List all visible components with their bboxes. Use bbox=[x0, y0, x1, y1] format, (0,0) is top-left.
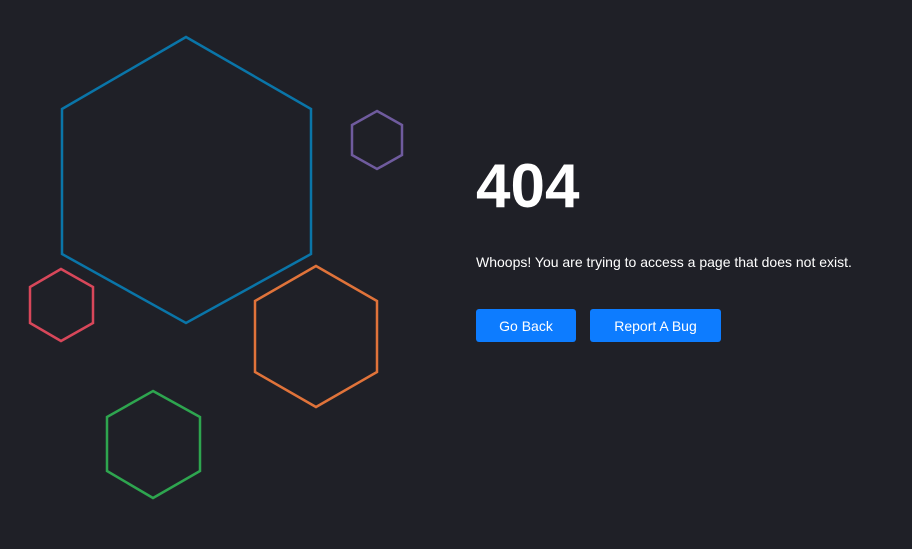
small-purple-hexagon bbox=[350, 109, 404, 171]
green-hexagon bbox=[105, 389, 202, 500]
error-code: 404 bbox=[476, 152, 580, 221]
orange-hexagon bbox=[253, 264, 379, 409]
red-hexagon bbox=[28, 267, 95, 343]
error-message: Whoops! You are trying to access a page … bbox=[476, 254, 852, 270]
report-bug-button[interactable]: Report A Bug bbox=[590, 309, 721, 342]
go-back-button[interactable]: Go Back bbox=[476, 309, 576, 342]
action-buttons: Go Back Report A Bug bbox=[476, 309, 896, 342]
error-page: 404 Whoops! You are trying to access a p… bbox=[0, 0, 912, 549]
error-content: 404 Whoops! You are trying to access a p… bbox=[476, 150, 896, 342]
large-blue-hexagon bbox=[60, 35, 313, 325]
